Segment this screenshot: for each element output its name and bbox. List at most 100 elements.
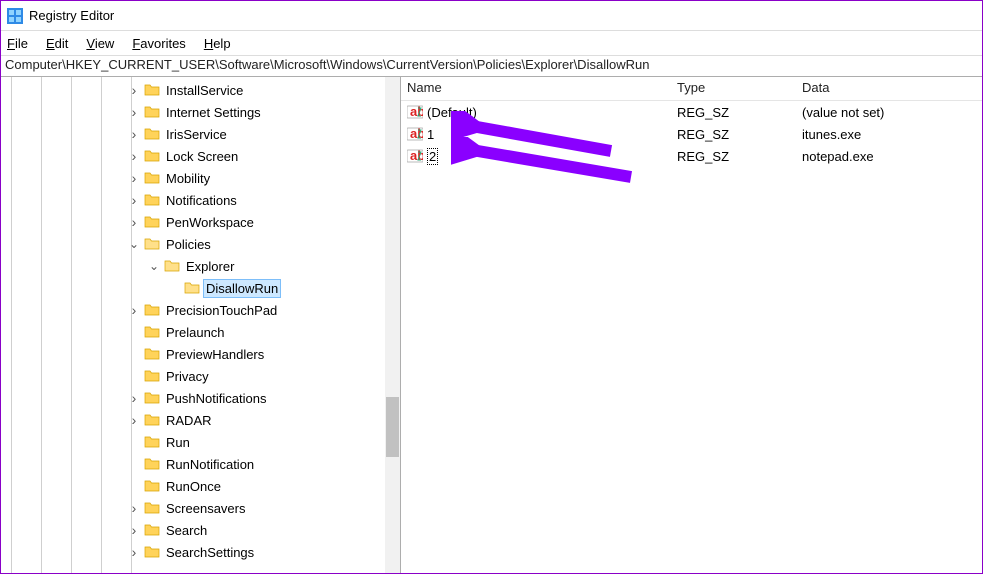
folder-icon	[144, 148, 160, 164]
tree-item-label: RunOnce	[164, 478, 223, 495]
expander-closed-icon[interactable]	[126, 170, 142, 186]
tree-item-precisiontouchpad[interactable]: PrecisionTouchPad	[1, 299, 400, 321]
col-header-data[interactable]: Data	[796, 77, 982, 100]
tree-item-label: Prelaunch	[164, 324, 227, 341]
value-data: itunes.exe	[796, 127, 982, 142]
tree-item-searchsettings[interactable]: SearchSettings	[1, 541, 400, 563]
values-list[interactable]: ab(Default)REG_SZ(value not set)ab1REG_S…	[401, 101, 982, 167]
tree-item-internet-settings[interactable]: Internet Settings	[1, 101, 400, 123]
folder-icon	[144, 82, 160, 98]
tree-item-label: Policies	[164, 236, 213, 253]
expander-closed-icon[interactable]	[126, 192, 142, 208]
tree-item-label: Search	[164, 522, 209, 539]
value-data: (value not set)	[796, 105, 982, 120]
tree-item-explorer[interactable]: Explorer	[1, 255, 400, 277]
tree-item-installservice[interactable]: InstallService	[1, 79, 400, 101]
svg-text:ab: ab	[410, 104, 423, 119]
value-row[interactable]: ab2REG_SZnotepad.exe	[401, 145, 982, 167]
tree-item-label: PenWorkspace	[164, 214, 256, 231]
tree-item-previewhandlers[interactable]: PreviewHandlers	[1, 343, 400, 365]
folder-icon	[144, 500, 160, 516]
tree-item-label: Privacy	[164, 368, 211, 385]
expander-placeholder	[126, 346, 142, 362]
col-header-name[interactable]: Name	[401, 77, 671, 100]
expander-open-icon[interactable]	[146, 258, 162, 274]
folder-icon	[144, 456, 160, 472]
menu-view[interactable]: View	[86, 36, 114, 51]
folder-icon	[144, 192, 160, 208]
expander-closed-icon[interactable]	[126, 500, 142, 516]
tree-item-label: Run	[164, 434, 192, 451]
tree-item-policies[interactable]: Policies	[1, 233, 400, 255]
tree-item-disallowrun[interactable]: DisallowRun	[1, 277, 400, 299]
menu-file[interactable]: File	[7, 36, 28, 51]
tree-item-label: DisallowRun	[204, 280, 280, 297]
folder-icon	[144, 236, 160, 252]
tree-item-label: Explorer	[184, 258, 236, 275]
reg-sz-icon: ab	[407, 104, 423, 120]
tree-item-radar[interactable]: RADAR	[1, 409, 400, 431]
folder-icon	[144, 544, 160, 560]
expander-placeholder	[126, 478, 142, 494]
value-name: 1	[427, 127, 434, 142]
expander-placeholder	[126, 434, 142, 450]
tree-scrollbar[interactable]	[385, 77, 400, 573]
svg-text:ab: ab	[410, 148, 423, 163]
value-type: REG_SZ	[671, 127, 796, 142]
col-header-type[interactable]: Type	[671, 77, 796, 100]
expander-closed-icon[interactable]	[126, 412, 142, 428]
folder-icon	[144, 390, 160, 406]
expander-placeholder	[166, 280, 182, 296]
folder-icon	[144, 126, 160, 142]
expander-closed-icon[interactable]	[126, 126, 142, 142]
tree-item-penworkspace[interactable]: PenWorkspace	[1, 211, 400, 233]
tree-list[interactable]: InstallService Internet Settings IrisServi…	[1, 77, 400, 563]
address-bar[interactable]: Computer\HKEY_CURRENT_USER\Software\Micr…	[1, 55, 982, 77]
expander-placeholder	[126, 324, 142, 340]
tree-item-mobility[interactable]: Mobility	[1, 167, 400, 189]
reg-sz-icon: ab	[407, 148, 423, 164]
expander-closed-icon[interactable]	[126, 214, 142, 230]
expander-placeholder	[126, 456, 142, 472]
expander-closed-icon[interactable]	[126, 544, 142, 560]
tree-item-label: Notifications	[164, 192, 239, 209]
tree-item-screensavers[interactable]: Screensavers	[1, 497, 400, 519]
tree-item-prelaunch[interactable]: Prelaunch	[1, 321, 400, 343]
value-row[interactable]: ab(Default)REG_SZ(value not set)	[401, 101, 982, 123]
reg-sz-icon: ab	[407, 126, 423, 142]
tree-item-notifications[interactable]: Notifications	[1, 189, 400, 211]
tree-item-runnotification[interactable]: RunNotification	[1, 453, 400, 475]
tree-item-privacy[interactable]: Privacy	[1, 365, 400, 387]
expander-closed-icon[interactable]	[126, 104, 142, 120]
folder-icon	[144, 368, 160, 384]
tree-item-label: InstallService	[164, 82, 245, 99]
tree-item-label: Internet Settings	[164, 104, 263, 121]
menu-edit[interactable]: Edit	[46, 36, 68, 51]
folder-icon	[144, 412, 160, 428]
folder-icon	[144, 104, 160, 120]
expander-closed-icon[interactable]	[126, 148, 142, 164]
tree-item-label: RADAR	[164, 412, 214, 429]
tree-scroll-thumb[interactable]	[386, 397, 399, 457]
tree-item-run[interactable]: Run	[1, 431, 400, 453]
tree-item-search[interactable]: Search	[1, 519, 400, 541]
menu-help[interactable]: Help	[204, 36, 231, 51]
tree-item-runonce[interactable]: RunOnce	[1, 475, 400, 497]
tree-item-lock-screen[interactable]: Lock Screen	[1, 145, 400, 167]
folder-icon	[144, 478, 160, 494]
menu-favorites[interactable]: Favorites	[132, 36, 185, 51]
expander-closed-icon[interactable]	[126, 390, 142, 406]
tree-item-label: IrisService	[164, 126, 229, 143]
values-header: Name Type Data	[401, 77, 982, 101]
expander-closed-icon[interactable]	[126, 302, 142, 318]
tree-item-irisservice[interactable]: IrisService	[1, 123, 400, 145]
expander-closed-icon[interactable]	[126, 82, 142, 98]
tree-item-label: Lock Screen	[164, 148, 240, 165]
tree-item-label: PrecisionTouchPad	[164, 302, 279, 319]
content-split: InstallService Internet Settings IrisServi…	[1, 77, 982, 573]
expander-open-icon[interactable]	[126, 236, 142, 252]
value-row[interactable]: ab 1 REG_SZitunes.exe	[401, 123, 982, 145]
tree-item-pushnotifications[interactable]: PushNotifications	[1, 387, 400, 409]
value-type: REG_SZ	[671, 105, 796, 120]
expander-closed-icon[interactable]	[126, 522, 142, 538]
